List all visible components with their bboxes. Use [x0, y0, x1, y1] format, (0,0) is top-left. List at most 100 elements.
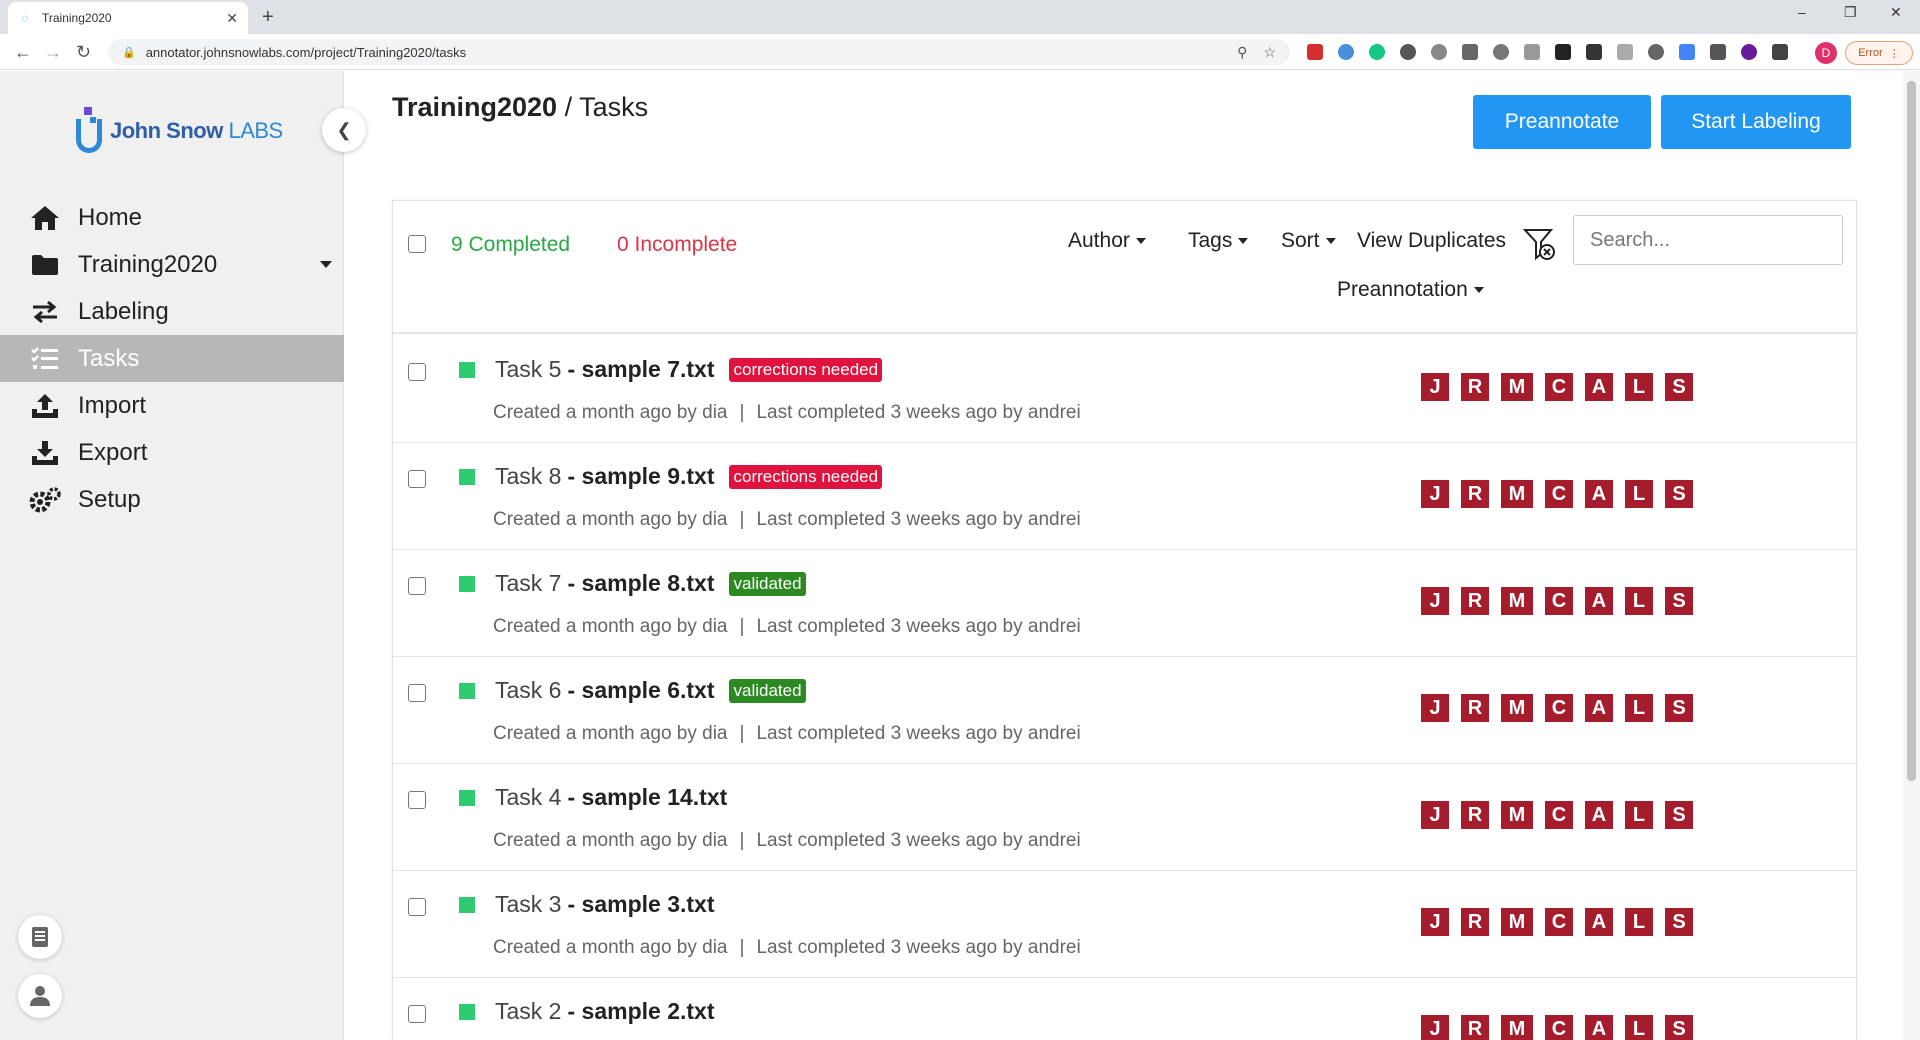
task-row[interactable]: Task 8- sample 9.txt corrections needed Cr… — [393, 443, 1858, 550]
task-title[interactable]: Task 5- sample 7.txt corrections needed — [495, 356, 883, 383]
preannotation-dropdown[interactable]: Preannotation — [1337, 278, 1484, 302]
task-title[interactable]: Task 8- sample 9.txt corrections needed — [495, 463, 883, 490]
task-checkbox[interactable] — [408, 1005, 426, 1023]
annotator-avatar[interactable]: R — [1461, 373, 1489, 401]
annotator-avatar[interactable]: L — [1625, 1015, 1653, 1040]
sidebar-item-export[interactable]: Export — [0, 429, 344, 476]
extension-icon[interactable] — [1586, 44, 1602, 60]
annotator-avatar[interactable]: M — [1501, 1015, 1533, 1040]
close-window-icon[interactable]: ✕ — [1890, 4, 1902, 21]
annotator-avatar[interactable]: S — [1665, 480, 1693, 508]
annotator-avatar[interactable]: A — [1585, 1015, 1613, 1040]
extension-icon[interactable] — [1493, 44, 1509, 60]
extension-icon[interactable] — [1617, 44, 1633, 60]
extension-icon[interactable] — [1400, 44, 1416, 60]
annotator-avatar[interactable]: C — [1545, 694, 1573, 722]
task-row[interactable]: Task 5- sample 7.txt corrections needed Cr… — [393, 336, 1858, 443]
extension-icon[interactable] — [1307, 44, 1323, 60]
task-checkbox[interactable] — [408, 684, 426, 702]
annotator-avatar[interactable]: R — [1461, 801, 1489, 829]
annotator-avatar[interactable]: J — [1421, 908, 1449, 936]
grammarly-icon[interactable] — [1369, 44, 1385, 60]
annotator-avatar[interactable]: A — [1585, 587, 1613, 615]
annotator-avatar[interactable]: M — [1501, 373, 1533, 401]
extension-icon[interactable] — [1741, 44, 1757, 60]
annotator-avatar[interactable]: R — [1461, 480, 1489, 508]
new-tab-icon[interactable]: + — [262, 6, 274, 29]
annotator-avatar[interactable]: C — [1545, 587, 1573, 615]
annotator-avatar[interactable]: S — [1665, 908, 1693, 936]
minimize-window-icon[interactable]: – — [1798, 4, 1806, 20]
browser-tab[interactable]: ◌ Training2020 ✕ — [8, 2, 248, 34]
task-checkbox[interactable] — [408, 363, 426, 381]
task-row[interactable]: Task 3- sample 3.txt Created a month ago … — [393, 871, 1858, 978]
annotator-avatar[interactable]: S — [1665, 587, 1693, 615]
task-row[interactable]: Task 7- sample 8.txt validated Created a m… — [393, 550, 1858, 657]
browser-profile-avatar[interactable]: D — [1815, 42, 1837, 64]
breadcrumb-project[interactable]: Training2020 — [392, 92, 557, 122]
annotator-avatar[interactable]: M — [1501, 694, 1533, 722]
annotator-avatar[interactable]: L — [1625, 480, 1653, 508]
annotator-avatar[interactable]: A — [1585, 801, 1613, 829]
task-title[interactable]: Task 2- sample 2.txt — [495, 998, 714, 1025]
annotator-avatar[interactable]: C — [1545, 373, 1573, 401]
preannotate-button[interactable]: Preannotate — [1473, 95, 1651, 149]
task-checkbox[interactable] — [408, 898, 426, 916]
task-row[interactable]: Task 6- sample 6.txt validated Created a m… — [393, 657, 1858, 764]
annotator-avatar[interactable]: S — [1665, 1015, 1693, 1040]
close-tab-icon[interactable]: ✕ — [226, 10, 238, 27]
annotator-avatar[interactable]: S — [1665, 373, 1693, 401]
bookmark-star-icon[interactable]: ☆ — [1263, 44, 1276, 61]
annotator-avatar[interactable]: L — [1625, 373, 1653, 401]
extension-icon[interactable] — [1431, 44, 1447, 60]
annotator-avatar[interactable]: A — [1585, 908, 1613, 936]
extension-icon[interactable] — [1555, 44, 1571, 60]
chevron-down-icon[interactable] — [320, 261, 332, 268]
task-title[interactable]: Task 7- sample 8.txt validated — [495, 570, 806, 597]
annotator-avatar[interactable]: C — [1545, 908, 1573, 936]
extensions-puzzle-icon[interactable] — [1772, 44, 1788, 60]
annotator-avatar[interactable]: J — [1421, 801, 1449, 829]
restore-window-icon[interactable]: ❐ — [1844, 4, 1857, 21]
annotator-avatar[interactable]: R — [1461, 908, 1489, 936]
view-duplicates-button[interactable]: View Duplicates — [1357, 229, 1506, 253]
back-icon[interactable]: ← — [14, 42, 32, 63]
extension-icon[interactable] — [1710, 44, 1726, 60]
url-field[interactable]: 🔒 annotator.johnsnowlabs.com/project/Tra… — [108, 39, 1290, 65]
annotator-avatar[interactable]: C — [1545, 1015, 1573, 1040]
annotator-avatar[interactable]: S — [1665, 694, 1693, 722]
task-title[interactable]: Task 3- sample 3.txt — [495, 891, 714, 918]
scrollbar-thumb[interactable] — [1907, 81, 1916, 781]
annotator-avatar[interactable]: L — [1625, 587, 1653, 615]
extension-icon[interactable] — [1648, 44, 1664, 60]
task-checkbox[interactable] — [408, 577, 426, 595]
sidebar-item-tasks[interactable]: Tasks — [0, 335, 344, 382]
annotator-avatar[interactable]: J — [1421, 694, 1449, 722]
filter-clear-icon[interactable] — [1522, 228, 1555, 267]
task-checkbox[interactable] — [408, 791, 426, 809]
tags-dropdown[interactable]: Tags — [1188, 229, 1249, 253]
annotator-avatar[interactable]: S — [1665, 801, 1693, 829]
reload-icon[interactable]: ↻ — [76, 42, 91, 63]
completed-filter[interactable]: 9 Completed — [451, 233, 570, 257]
page-scrollbar[interactable] — [1903, 71, 1920, 1040]
annotator-avatar[interactable]: M — [1501, 908, 1533, 936]
sort-dropdown[interactable]: Sort — [1281, 229, 1336, 253]
annotator-avatar[interactable]: J — [1421, 1015, 1449, 1040]
sidebar-item-training2020[interactable]: Training2020 — [0, 241, 344, 288]
sidebar-item-home[interactable]: Home — [0, 194, 344, 241]
annotator-avatar[interactable]: R — [1461, 694, 1489, 722]
select-all-checkbox[interactable] — [408, 235, 426, 253]
translate-icon[interactable] — [1679, 44, 1695, 60]
annotator-avatar[interactable]: A — [1585, 480, 1613, 508]
annotator-avatar[interactable]: C — [1545, 480, 1573, 508]
task-checkbox[interactable] — [408, 470, 426, 488]
annotator-avatar[interactable]: M — [1501, 587, 1533, 615]
zoom-icon[interactable]: ⚲ — [1237, 44, 1247, 61]
annotator-avatar[interactable]: J — [1421, 373, 1449, 401]
annotator-avatar[interactable]: L — [1625, 801, 1653, 829]
annotator-avatar[interactable]: M — [1501, 801, 1533, 829]
collapse-sidebar-button[interactable]: ❮ — [322, 108, 366, 152]
author-dropdown[interactable]: Author — [1068, 229, 1146, 253]
extension-icon[interactable] — [1524, 44, 1540, 60]
